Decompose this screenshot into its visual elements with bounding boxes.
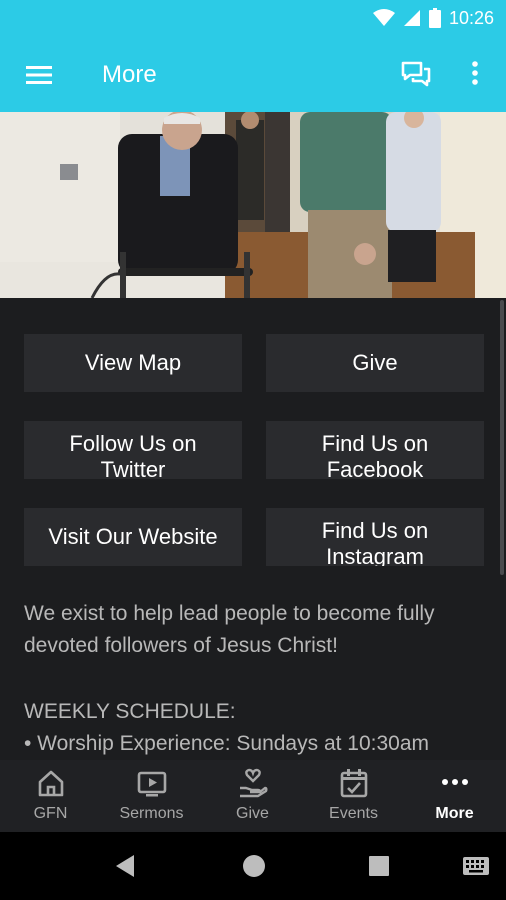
follow-twitter-button[interactable]: Follow Us on Twitter <box>24 421 242 479</box>
play-icon <box>137 771 166 797</box>
give-icon <box>239 768 268 798</box>
schedule-item: • Worship Experience: Sundays at 10:30am <box>24 732 430 755</box>
bottom-nav: GFN Sermons Give Events More <box>0 760 506 832</box>
hero-image <box>0 112 506 298</box>
content-area: View Map Give Follow Us on Twitter Find … <box>0 298 506 760</box>
more-icon <box>441 779 468 785</box>
wifi-icon <box>372 9 395 26</box>
nav-item-gfn[interactable]: GFN <box>0 760 101 832</box>
nav-label-events: Events <box>329 805 378 822</box>
view-map-button[interactable]: View Map <box>24 334 242 392</box>
app-bar: More <box>0 38 506 112</box>
home-button-icon[interactable] <box>242 854 266 878</box>
weekly-schedule: WEEKLY SCHEDULE: • Worship Experience: S… <box>24 696 484 760</box>
nav-item-sermons[interactable]: Sermons <box>101 760 202 832</box>
scrollbar[interactable] <box>500 300 504 575</box>
nav-label-sermons: Sermons <box>119 805 184 822</box>
chat-icon <box>401 61 431 87</box>
nav-label-gfn: GFN <box>33 805 68 822</box>
hamburger-icon <box>26 66 52 84</box>
find-facebook-button[interactable]: Find Us on Facebook <box>266 421 484 479</box>
calendar-icon <box>340 769 367 798</box>
recents-icon[interactable] <box>368 855 390 877</box>
signal-icon <box>403 10 420 26</box>
mission-statement: We exist to help lead people to become f… <box>24 602 435 657</box>
nav-label-give: Give <box>236 805 269 822</box>
overflow-menu-button[interactable] <box>464 58 486 90</box>
visit-website-button[interactable]: Visit Our Website <box>24 508 242 566</box>
keyboard-icon[interactable] <box>463 857 489 875</box>
status-icons: 10:26 <box>372 8 494 28</box>
nav-item-give[interactable]: Give <box>202 760 303 832</box>
more-vert-icon <box>472 61 478 85</box>
give-label: Give <box>352 350 398 375</box>
system-nav-bar <box>0 832 506 900</box>
find-facebook-label: Find Us on Facebook <box>321 431 429 479</box>
view-map-label: View Map <box>84 350 182 375</box>
give-button[interactable]: Give <box>266 334 484 392</box>
follow-twitter-label: Follow Us on Twitter <box>69 431 197 479</box>
find-instagram-button[interactable]: Find Us on Instagram <box>266 508 484 566</box>
status-bar: 10:26 <box>0 0 506 38</box>
page-title: More <box>102 61 157 88</box>
back-icon[interactable] <box>114 854 136 878</box>
schedule-heading: WEEKLY SCHEDULE: <box>24 700 236 723</box>
menu-button[interactable] <box>24 62 54 88</box>
find-instagram-label: Find Us on Instagram <box>321 518 429 566</box>
battery-icon <box>428 8 441 28</box>
visit-website-label: Visit Our Website <box>48 524 218 549</box>
home-icon <box>38 770 63 797</box>
clock: 10:26 <box>448 8 494 28</box>
messages-button[interactable] <box>400 58 432 90</box>
church-photo <box>0 112 506 298</box>
nav-label-more: More <box>435 805 474 822</box>
nav-item-more[interactable]: More <box>404 760 505 832</box>
nav-item-events[interactable]: Events <box>303 760 404 832</box>
